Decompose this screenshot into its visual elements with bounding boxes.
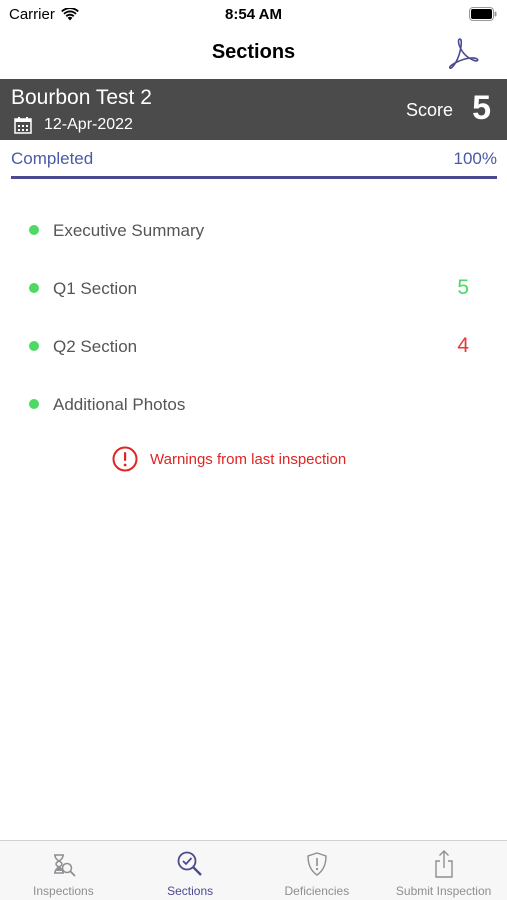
pdf-button[interactable] (445, 35, 481, 71)
pdf-icon (448, 38, 479, 69)
progress-bar-fill (11, 176, 497, 179)
hourglass-search-icon (54, 854, 77, 877)
section-label: Additional Photos (53, 395, 186, 414)
navigation-bar: Sections (0, 30, 507, 78)
completion-row: Completed 100% (11, 149, 497, 171)
inspection-header: Bourbon Test 2 12-Apr-2022 Score 5 (0, 79, 507, 140)
warning-text: Warnings from last inspection (150, 450, 347, 468)
warning-icon (112, 446, 138, 472)
section-item-q2-section[interactable]: Q2 Section 4 (0, 317, 507, 375)
section-label: Executive Summary (53, 221, 205, 240)
inspection-date: 12-Apr-2022 (44, 116, 133, 133)
section-list: Executive Summary Q1 Section 5 Q2 Sectio… (0, 201, 507, 433)
section-label: Q1 Section (53, 279, 138, 298)
tab-sections[interactable]: Sections (127, 841, 254, 900)
section-label: Q2 Section (53, 337, 138, 356)
inspection-date-row: 12-Apr-2022 (14, 116, 133, 134)
status-dot (29, 341, 39, 351)
status-time: 8:54 AM (225, 6, 282, 23)
tab-inspections[interactable]: Inspections (0, 841, 127, 900)
status-dot (29, 225, 39, 235)
section-score: 4 (457, 334, 469, 357)
section-item-additional-photos[interactable]: Additional Photos (0, 375, 507, 433)
tab-label: Sections (167, 884, 214, 898)
warnings-link[interactable]: Warnings from last inspection (112, 446, 346, 472)
page-title: Sections (211, 41, 296, 63)
battery-icon (469, 7, 497, 21)
share-icon (434, 850, 453, 878)
score-value: 5 (472, 89, 491, 127)
section-score: 5 (457, 276, 469, 299)
calendar-icon (14, 116, 32, 134)
shield-alert-icon (307, 852, 327, 876)
status-bar: Carrier 8:54 AM (0, 0, 507, 30)
status-dot (29, 283, 39, 293)
inspection-name: Bourbon Test 2 (11, 86, 152, 109)
tab-bar: Inspections Sections Deficiencies Submit… (0, 840, 507, 900)
section-item-executive-summary[interactable]: Executive Summary (0, 201, 507, 259)
tab-label: Submit Inspection (395, 884, 492, 898)
tab-label: Inspections (33, 884, 94, 898)
tab-submit-inspection[interactable]: Submit Inspection (380, 841, 507, 900)
tab-label: Deficiencies (284, 884, 350, 898)
score-label: Score (405, 100, 453, 120)
progress-bar (11, 176, 497, 179)
section-item-q1-section[interactable]: Q1 Section 5 (0, 259, 507, 317)
completion-percent: 100% (453, 149, 497, 168)
status-dot (29, 399, 39, 409)
tab-deficiencies[interactable]: Deficiencies (254, 841, 381, 900)
check-search-icon (177, 851, 202, 876)
completion-label: Completed (11, 149, 94, 168)
